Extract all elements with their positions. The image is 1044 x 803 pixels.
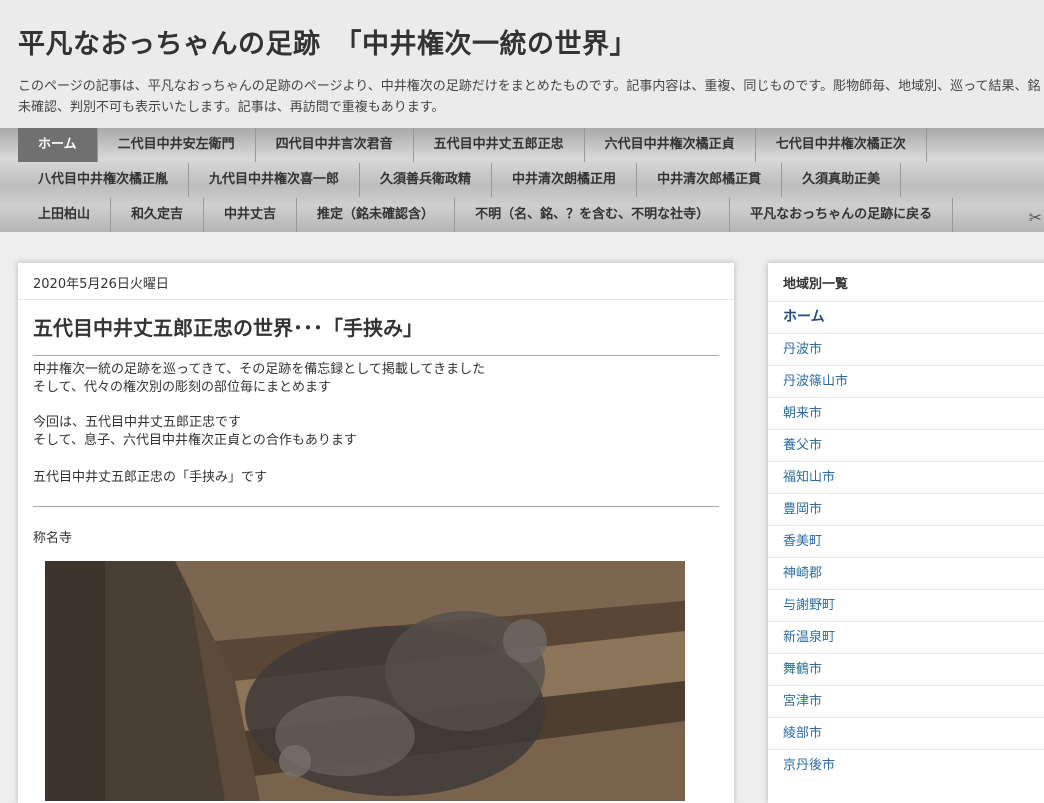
post-line: 中井権次一統の足跡を巡ってきて、その足跡を備忘録として掲載してきました — [33, 362, 486, 377]
sidebar-title: 地域別一覧 — [783, 277, 849, 292]
blog-post: 2020年5月26日火曜日 五代目中井丈五郎正忠の世界･･･「手挟み」 中井権次… — [18, 263, 734, 803]
sidebar-item-asago[interactable]: 朝来市 — [768, 397, 1044, 429]
date-divider — [18, 299, 734, 300]
tab-5th-jogoro[interactable]: 五代目中井丈五郎正忠 — [414, 128, 585, 162]
tab-row-1: ホーム 二代目中井安左衛門 四代目中井言次君音 五代目中井丈五郎正忠 六代目中井… — [18, 128, 927, 162]
region-list: ホーム 丹波市 丹波篠山市 朝来市 養父市 福知山市 豊岡市 香美町 神崎郡 与… — [768, 301, 1044, 781]
tab-seijiro-masamochi[interactable]: 中井清次朗橘正用 — [492, 163, 638, 197]
post-paragraph-subject: 五代目中井丈五郎正忠の「手挟み」です — [33, 470, 268, 485]
blog-header: 平凡なおっちゃんの足跡 「中井権次一統の世界」 このページの記事は、平凡なおっち… — [0, 0, 1044, 128]
blog-title[interactable]: 平凡なおっちゃんの足跡 「中井権次一統の世界」 — [18, 22, 637, 61]
post-date: 2020年5月26日火曜日 — [33, 277, 169, 292]
tab-row-2: 八代目中井権次橘正胤 九代目中井権次喜一郎 久須善兵衛政精 中井清次朗橘正用 中… — [18, 163, 902, 197]
tab-7th-masatsugu[interactable]: 七代目中井権次橘正次 — [756, 128, 927, 162]
sidebar-item-ayabe[interactable]: 綾部市 — [768, 717, 1044, 749]
wrench-screwdriver-icon[interactable]: ✂ — [1029, 208, 1042, 227]
sidebar-item-tamba[interactable]: 丹波市 — [768, 333, 1044, 365]
post-title[interactable]: 五代目中井丈五郎正忠の世界･･･「手挟み」 — [33, 312, 423, 341]
sidebar-item-yabu[interactable]: 養父市 — [768, 429, 1044, 461]
tab-unknown[interactable]: 不明（名、銘、？を含む、不明な社寺） — [455, 198, 731, 232]
tab-2nd-yasuzaemon[interactable]: 二代目中井安左衛門 — [98, 128, 256, 162]
tab-kusu-zenbei[interactable]: 久須善兵衛政精 — [360, 163, 493, 197]
tab-9th-kiichiro[interactable]: 九代目中井権次喜一郎 — [189, 163, 361, 197]
sidebar: 地域別一覧 ホーム 丹波市 丹波篠山市 朝来市 養父市 福知山市 豊岡市 香美町… — [768, 263, 1044, 803]
carving-photo[interactable] — [45, 561, 685, 801]
tab-home[interactable]: ホーム — [18, 128, 98, 162]
sidebar-item-kanzaki[interactable]: 神崎郡 — [768, 557, 1044, 589]
post-line: 今回は、五代目中井丈五郎正忠です — [33, 415, 242, 430]
tab-nakai-jokichi[interactable]: 中井丈吉 — [204, 198, 298, 232]
post-line: そして、代々の権次別の彫刻の部位毎にまとめます — [33, 380, 331, 395]
tab-seijiro-masanuki[interactable]: 中井清次郎橘正貫 — [637, 163, 783, 197]
tab-row-3: 上田柏山 和久定吉 中井丈吉 推定（銘未確認含） 不明（名、銘、？を含む、不明な… — [18, 198, 954, 232]
sidebar-item-tamba-sasayama[interactable]: 丹波篠山市 — [768, 365, 1044, 397]
sidebar-item-kyotango[interactable]: 京丹後市 — [768, 749, 1044, 781]
sidebar-item-fukuchiyama[interactable]: 福知山市 — [768, 461, 1044, 493]
post-line: そして、息子、六代目中井権次正貞との合作もあります — [33, 433, 357, 448]
temple-name: 称名寺 — [33, 531, 73, 546]
sidebar-item-toyooka[interactable]: 豊岡市 — [768, 493, 1044, 525]
tab-kusu-shinsuke[interactable]: 久須真助正美 — [782, 163, 902, 197]
tab-waku-sadakichi[interactable]: 和久定吉 — [111, 198, 205, 232]
tab-estimated[interactable]: 推定（銘未確認含） — [297, 198, 456, 232]
sidebar-item-maizuru[interactable]: 舞鶴市 — [768, 653, 1044, 685]
blog-description: このページの記事は、平凡なおっちゃんの足跡のページより、中井権次の足跡だけをまと… — [18, 79, 1041, 115]
tab-4th-genji[interactable]: 四代目中井言次君音 — [256, 128, 414, 162]
sidebar-item-home[interactable]: ホーム — [768, 301, 1044, 333]
tab-6th-masasada[interactable]: 六代目中井権次橘正貞 — [585, 128, 756, 162]
tab-ueda-hakuzan[interactable]: 上田柏山 — [18, 198, 112, 232]
sidebar-item-shinonsen[interactable]: 新温泉町 — [768, 621, 1044, 653]
page-tabs: ホーム 二代目中井安左衛門 四代目中井言次君音 五代目中井丈五郎正忠 六代目中井… — [0, 128, 1044, 232]
title-divider — [33, 355, 719, 356]
post-paragraph-intro: 中井権次一統の足跡を巡ってきて、その足跡を備忘録として掲載してきました そして、… — [33, 361, 485, 397]
sidebar-item-miyazu[interactable]: 宮津市 — [768, 685, 1044, 717]
tab-back-to-main-blog[interactable]: 平凡なおっちゃんの足跡に戻る — [730, 198, 954, 232]
tab-8th-masatane[interactable]: 八代目中井権次橘正胤 — [18, 163, 190, 197]
content-divider — [33, 506, 719, 507]
carving-photo-art — [45, 561, 685, 801]
sidebar-item-yosano[interactable]: 与謝野町 — [768, 589, 1044, 621]
sidebar-item-kami[interactable]: 香美町 — [768, 525, 1044, 557]
post-paragraph-today: 今回は、五代目中井丈五郎正忠です そして、息子、六代目中井権次正貞との合作もあり… — [33, 414, 357, 450]
